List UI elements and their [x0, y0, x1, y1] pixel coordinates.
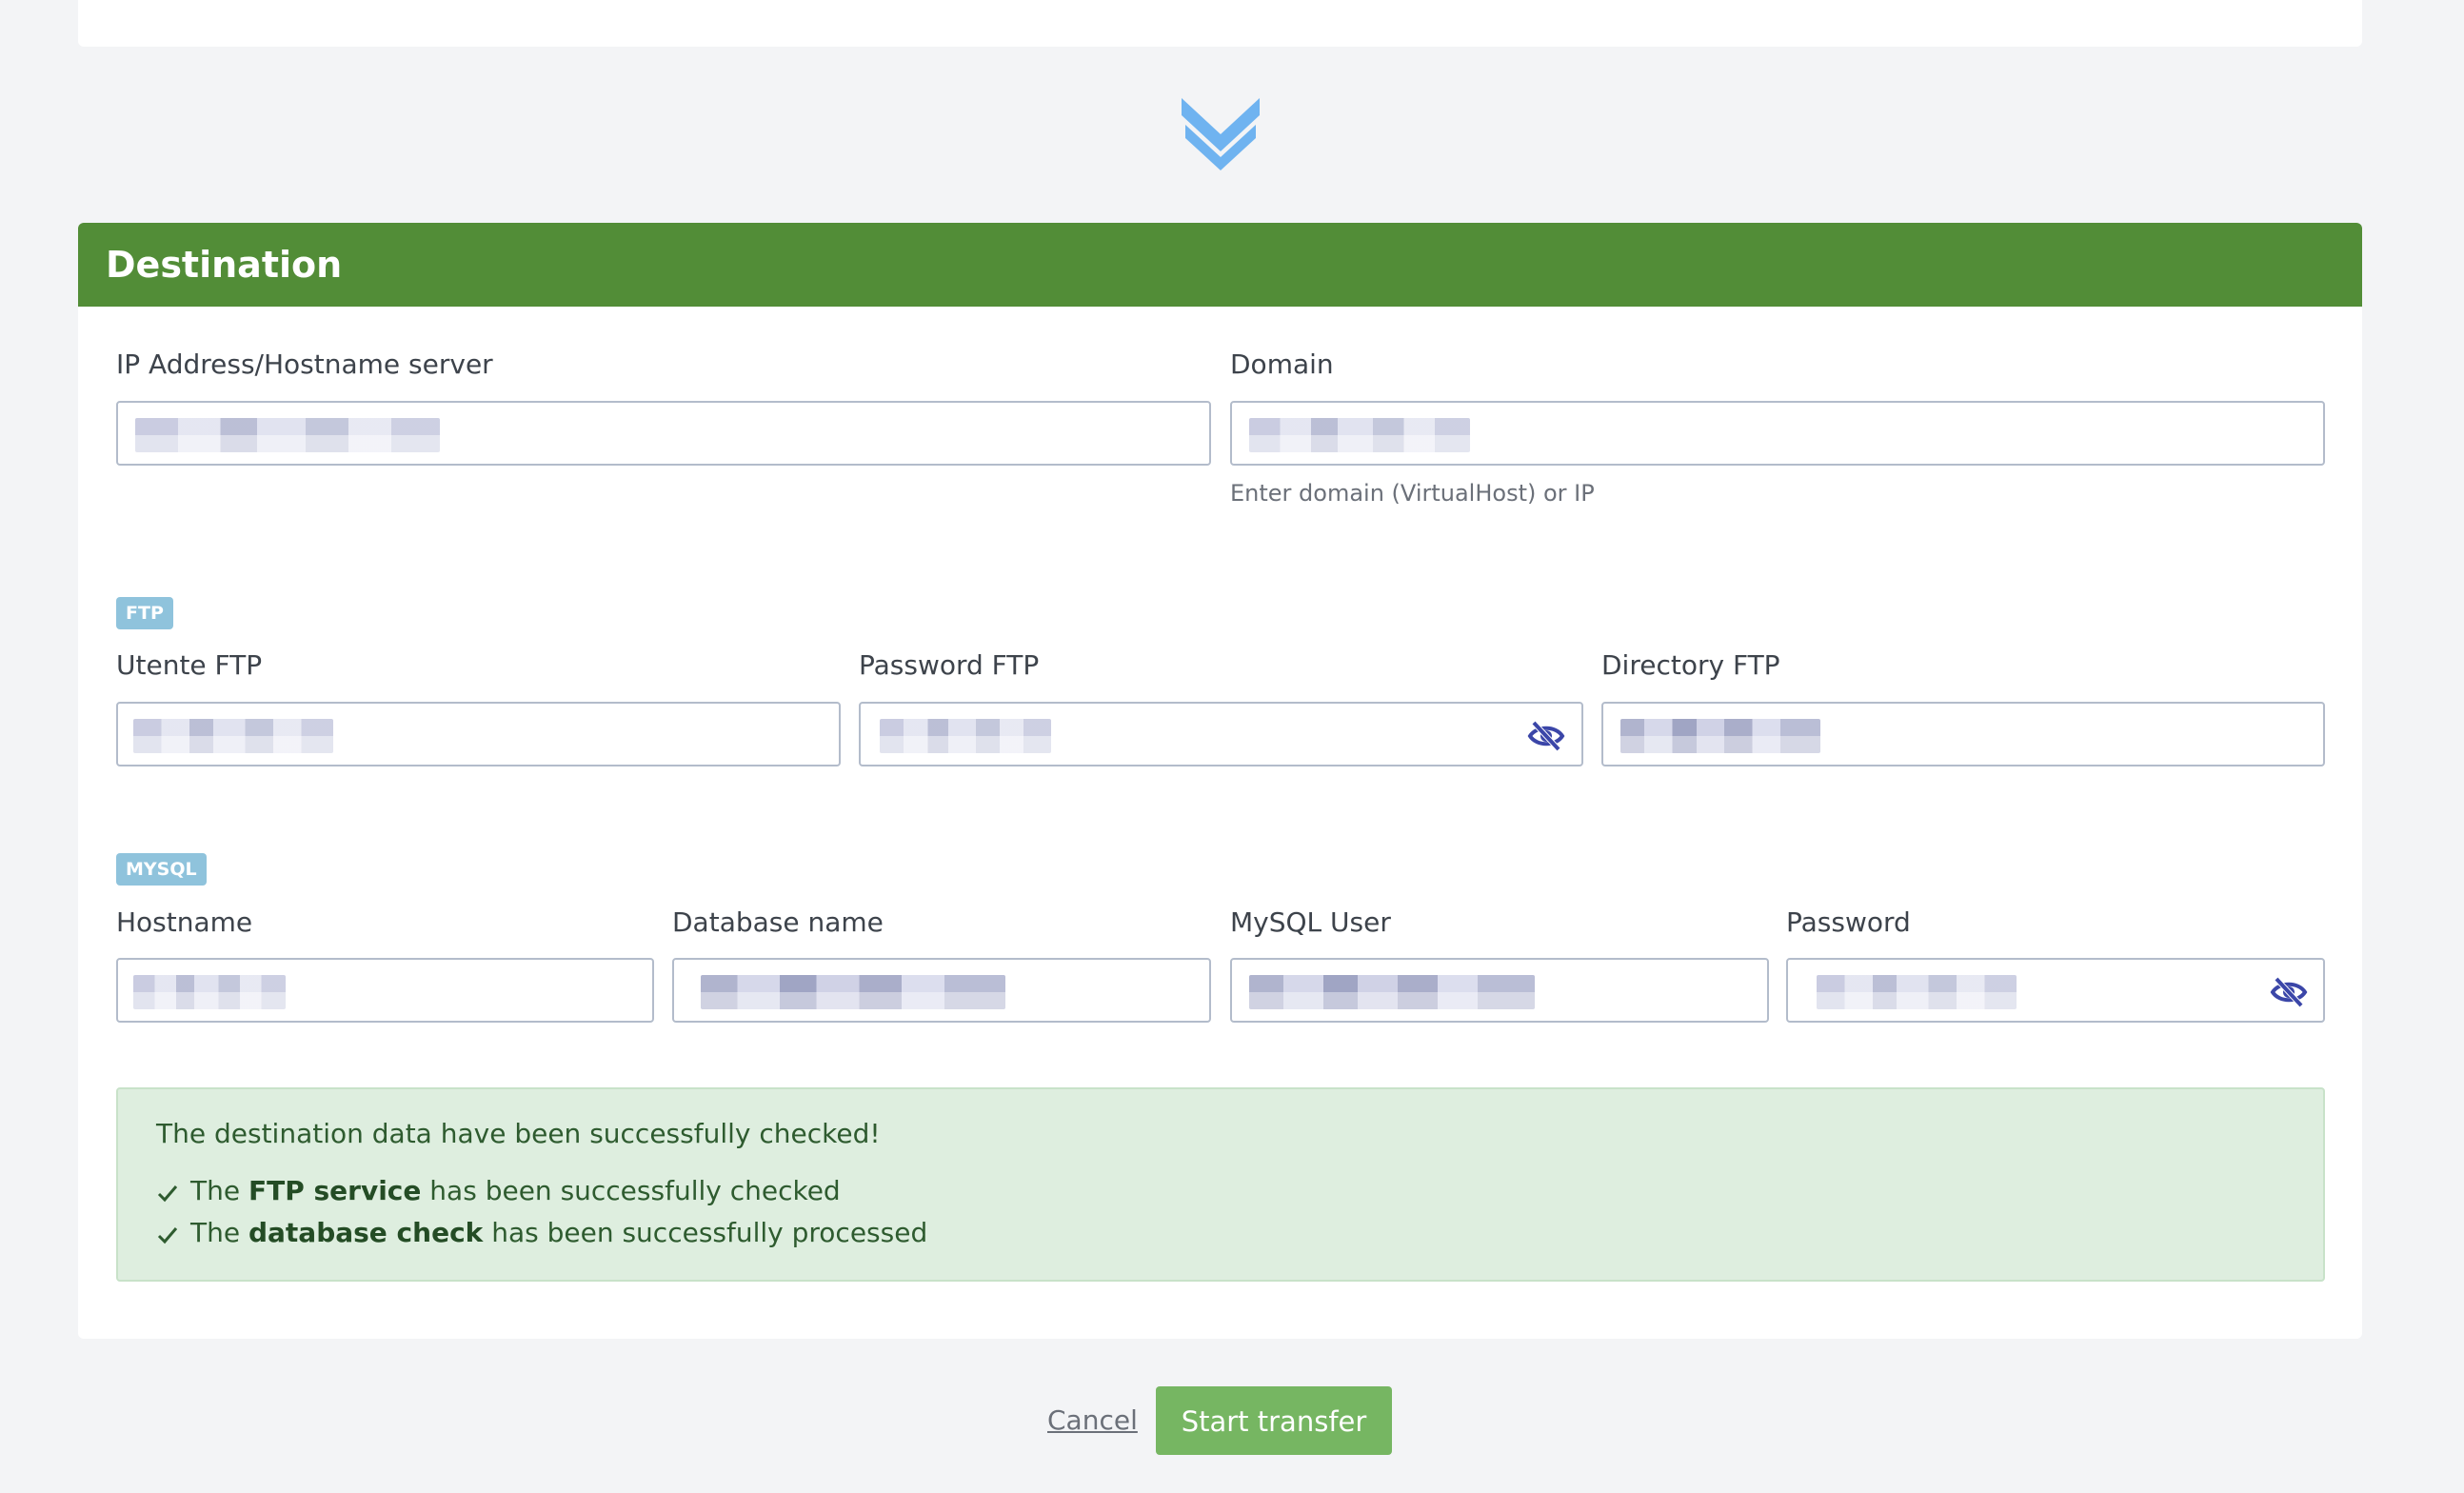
ftp-user-input[interactable]	[116, 702, 841, 766]
redacted-value	[701, 975, 1005, 1009]
redacted-value	[880, 719, 1051, 753]
domain-label: Domain	[1230, 348, 1334, 380]
alert-item: The database check has been successfully…	[156, 1217, 927, 1248]
mysql-dbname-label: Database name	[672, 906, 884, 938]
alert-item-prefix: The	[190, 1217, 241, 1248]
check-icon	[156, 1180, 179, 1203]
check-icon	[156, 1222, 179, 1244]
mysql-hostname-label: Hostname	[116, 906, 253, 938]
mysql-tag: MYSQL	[116, 853, 207, 886]
alert-item-suffix: has been successfully checked	[429, 1175, 841, 1206]
mysql-password-label: Password	[1786, 906, 1911, 938]
redacted-value	[1817, 975, 2017, 1009]
alert-item: The FTP service has been successfully ch…	[156, 1175, 841, 1206]
domain-input[interactable]	[1230, 401, 2325, 466]
eye-slash-icon[interactable]	[1527, 719, 1565, 753]
ftp-directory-label: Directory FTP	[1601, 649, 1780, 681]
mysql-user-input[interactable]	[1230, 958, 1769, 1023]
alert-item-bold: FTP service	[248, 1175, 422, 1206]
alert-item-bold: database check	[248, 1217, 484, 1248]
ftp-password-label: Password FTP	[859, 649, 1040, 681]
eye-slash-icon[interactable]	[2270, 975, 2308, 1009]
redacted-value	[133, 719, 333, 753]
redacted-value	[1249, 975, 1535, 1009]
ip-label: IP Address/Hostname server	[116, 348, 493, 380]
mysql-dbname-input[interactable]	[672, 958, 1211, 1023]
redacted-value	[135, 418, 440, 452]
cancel-link[interactable]: Cancel	[1047, 1404, 1138, 1436]
ftp-directory-input[interactable]	[1601, 702, 2325, 766]
destination-panel: Destination IP Address/Hostname server D…	[78, 223, 2362, 1339]
alert-item-prefix: The	[190, 1175, 241, 1206]
start-transfer-button[interactable]: Start transfer	[1156, 1386, 1392, 1455]
redacted-value	[1620, 719, 1820, 753]
mysql-user-label: MySQL User	[1230, 906, 1391, 938]
redacted-value	[1249, 418, 1470, 452]
ftp-tag: FTP	[116, 597, 173, 629]
double-chevron-down-icon	[1178, 90, 1263, 176]
redacted-value	[133, 975, 286, 1009]
destination-header: Destination	[78, 223, 2362, 307]
source-panel-bottom	[78, 0, 2362, 47]
ftp-password-input[interactable]	[859, 702, 1583, 766]
mysql-password-input[interactable]	[1786, 958, 2325, 1023]
ip-input[interactable]	[116, 401, 1211, 466]
destination-title: Destination	[106, 244, 343, 286]
alert-item-suffix: has been successfully processed	[491, 1217, 928, 1248]
alert-title: The destination data have been successfu…	[156, 1118, 881, 1149]
success-alert: The destination data have been successfu…	[116, 1087, 2325, 1282]
domain-hint: Enter domain (VirtualHost) or IP	[1230, 480, 1595, 507]
mysql-hostname-input[interactable]	[116, 958, 654, 1023]
ftp-user-label: Utente FTP	[116, 649, 263, 681]
